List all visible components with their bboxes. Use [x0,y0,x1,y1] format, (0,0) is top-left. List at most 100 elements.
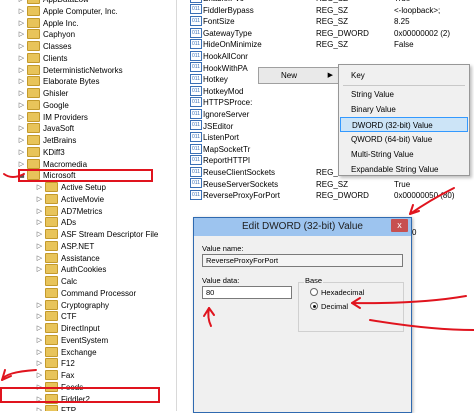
tree-item[interactable]: ▷ FTP [36,405,76,411]
expander-icon[interactable]: ▷ [36,253,43,265]
expander-icon[interactable]: ▷ [36,206,43,218]
expander-icon[interactable]: ▷ [36,370,43,382]
registry-tree[interactable]: ▷ AppDataLow ▷ Apple Computer, Inc. ▷ Apple I… [0,0,176,411]
submenu-item-label: String Value [351,90,394,99]
expander-icon[interactable]: ▷ [36,194,43,206]
expander-icon[interactable]: ▷ [36,323,43,335]
tree-item-label: Fax [61,371,75,381]
value-row[interactable]: 011 HideOnMinimize REG_SZ False [186,39,474,51]
submenu-item[interactable]: Key [340,68,468,83]
expander-icon[interactable]: ▷ [18,76,25,88]
folder-icon [27,17,40,28]
base-label: Base [304,276,324,285]
expander-icon[interactable]: ▷ [36,182,43,194]
tree-item[interactable]: ▷ ASP.NET [36,240,94,253]
submenu-item[interactable]: QWORD (64-bit) Value [340,132,468,147]
reg-binary-icon: 011 [190,0,202,3]
expander-icon[interactable]: ▷ [18,29,25,41]
expander-icon[interactable]: ▷ [18,147,25,159]
tree-item[interactable]: ▷ Clients [18,52,67,65]
tree-item[interactable]: ▷ ADs [36,217,76,229]
close-button[interactable]: x [391,219,408,232]
tree-item[interactable]: ▷ Active Setup [36,182,106,194]
expander-icon[interactable]: ▷ [36,217,43,229]
folder-icon [45,193,58,204]
tree-item[interactable]: Calc [36,275,77,288]
tree-item[interactable]: ▷ AD7Metrics [36,205,102,218]
submenu-item[interactable]: Binary Value [340,102,468,117]
tree-item[interactable]: ▷ Caphyon [18,29,75,41]
context-menu-new[interactable]: New ▶ [258,67,340,84]
expander-icon[interactable]: ▷ [18,123,25,135]
tree-item[interactable]: ▷ Cryptography [36,299,110,312]
hexadecimal-label: Hexadecimal [321,288,365,297]
expander-icon[interactable]: ▷ [36,229,43,241]
tree-item[interactable]: ▷ DeterministicNetworks [18,64,123,77]
tree-item[interactable]: ▷ ActiveMovie [36,193,104,206]
folder-icon [45,252,58,263]
value-row[interactable]: 011 HookAllConr [186,50,474,63]
value-row[interactable]: 011 FiddlerBypass REG_SZ <-loopback>; [186,4,474,17]
submenu-item[interactable]: String Value [340,87,468,102]
value-row[interactable]: 011 FontSize REG_SZ 8.25 [186,16,474,28]
tree-item[interactable]: ▷ Apple Computer, Inc. [18,5,118,18]
tree-item[interactable]: ▷ Fax [36,370,74,382]
tree-item[interactable]: ▷ Apple Inc. [18,17,79,30]
tree-item[interactable]: ▷ Classes [18,41,71,53]
submenu-item-label: Multi-String Value [351,150,414,159]
expander-icon[interactable]: ▷ [36,241,43,253]
tree-item[interactable]: ▷ CTF [36,311,77,323]
expander-icon[interactable]: ▷ [18,112,25,124]
tree-item[interactable]: ▷ Elaborate Bytes [18,76,99,88]
expander-icon[interactable]: ▷ [36,264,43,276]
menu-item-new-label: New [281,71,298,80]
decimal-radio[interactable] [310,302,318,310]
expander-icon[interactable]: ▷ [36,405,43,411]
tree-item-label: Active Setup [61,183,106,193]
tree-item-label: Apple Computer, Inc. [43,6,118,16]
tree-item[interactable]: Command Processor [36,287,136,300]
expander-icon[interactable]: ▷ [18,100,25,112]
tree-item[interactable]: ▷ JavaSoft [18,123,74,135]
value-row[interactable]: 011 ReuseServerSockets REG_SZ True [186,178,474,191]
submenu-item[interactable]: DWORD (32-bit) Value [340,117,468,132]
tree-item[interactable]: ▷ DirectInput [36,323,100,335]
expander-icon[interactable]: ▷ [18,18,25,30]
expander-icon[interactable]: ▷ [36,358,43,370]
expander-icon[interactable]: ▷ [18,41,25,53]
value-row[interactable]: 011 ReverseProxyForPort REG_DWORD 0x0000005… [186,190,474,202]
expander-icon[interactable]: ▷ [36,335,43,347]
tree-item[interactable]: ▷ EventSystem [36,334,108,347]
tree-item[interactable]: ▷ Google [18,99,69,112]
expander-icon[interactable]: ▷ [18,53,25,65]
tree-item[interactable]: ▷ JetBrains [18,135,76,147]
expander-icon[interactable]: ▷ [18,88,25,100]
folder-icon [27,135,40,145]
tree-item[interactable]: ▷ AuthCookies [36,264,106,276]
tree-item[interactable]: ▷ Exchange [36,346,97,359]
tree-item[interactable]: ▷ Ghisler [18,88,68,100]
value-data-input[interactable]: 80 [202,286,292,299]
folder-icon [45,240,58,251]
folder-icon [27,76,40,87]
tree-item-label: AuthCookies [61,265,107,275]
tree-item[interactable]: ▷ F12 [36,358,75,370]
expander-icon[interactable]: ▷ [36,300,43,312]
dialog-title-bar[interactable]: Edit DWORD (32-bit) Value x [194,218,411,236]
expander-icon[interactable]: ▷ [36,347,43,359]
expander-icon[interactable]: ▷ [18,65,25,77]
submenu-item[interactable]: Expandable String Value [340,162,468,177]
expander-icon[interactable]: ▷ [18,6,25,18]
value-row[interactable]: 011 GatewayType REG_DWORD 0x00000002 (2) [186,27,474,40]
expander-icon[interactable]: ▷ [18,135,25,147]
tree-item[interactable]: ▷ Assistance [36,252,100,265]
tree-item[interactable]: ▷ ASF Stream Descriptor File [36,229,158,241]
hexadecimal-radio[interactable] [310,288,318,296]
tree-item[interactable]: ▷ KDiff3 [18,146,65,159]
submenu-item[interactable]: Multi-String Value [340,147,468,162]
value-name: Hotkey [203,75,228,85]
tree-item-label: Cryptography [61,300,110,310]
expander-icon[interactable]: ▷ [36,311,43,323]
value-name-field[interactable]: ReverseProxyForPort [202,254,403,267]
tree-item[interactable]: ▷ IM Providers [18,111,88,124]
